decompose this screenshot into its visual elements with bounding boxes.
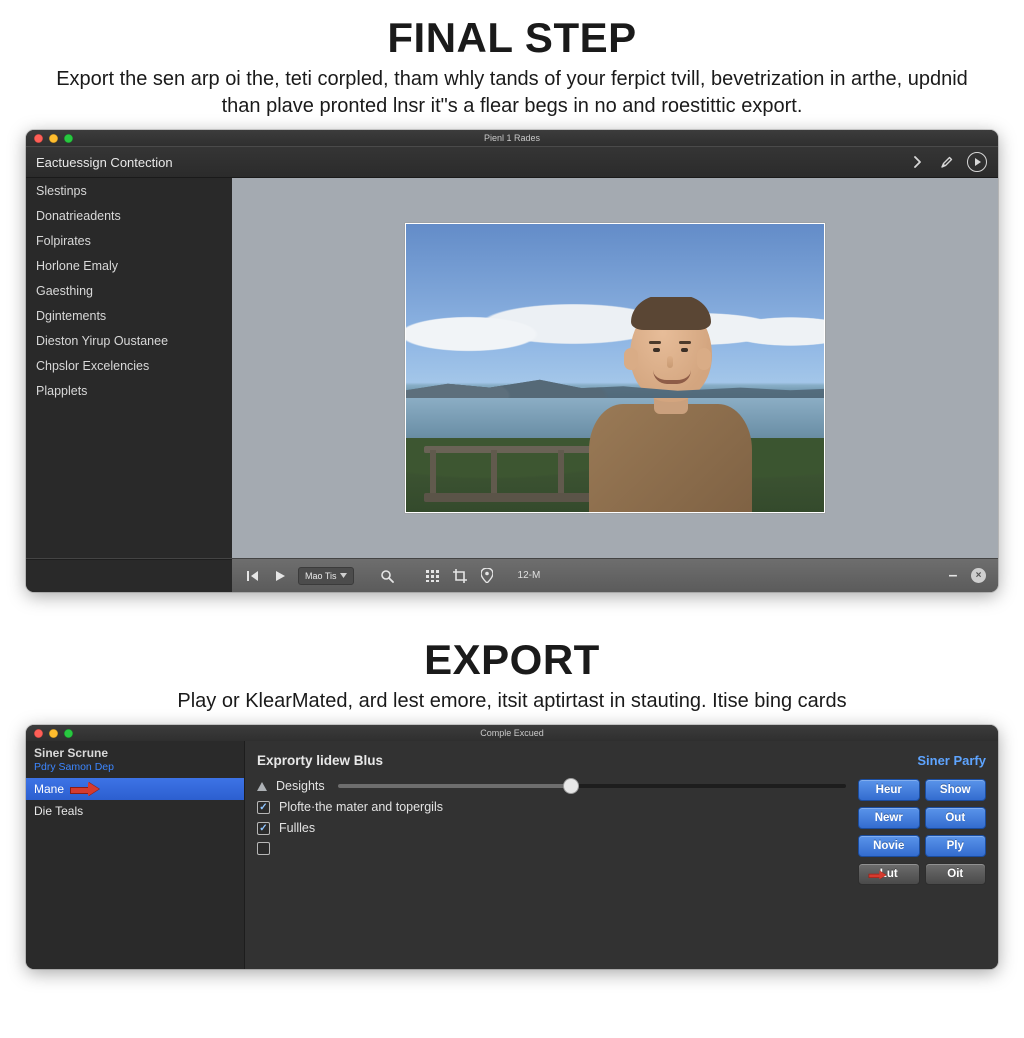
action-button[interactable]: Heur bbox=[858, 779, 920, 801]
sidebar-item-label: Mane bbox=[34, 782, 64, 796]
editor-window: Pienl 1 Rades Eactuessign Contection Sle… bbox=[26, 130, 998, 592]
option-checkbox-row: ✓ Plofte·the mater and topergils bbox=[257, 800, 846, 814]
time-label: 12-M bbox=[518, 570, 541, 581]
sidebar-group-title: Siner Scrune bbox=[26, 741, 244, 761]
sidebar-group-sub: Pdry Samon Dep bbox=[26, 761, 244, 778]
close-icon[interactable] bbox=[34, 729, 43, 738]
window-controls bbox=[34, 134, 73, 143]
sidebar-item-label: Die Teals bbox=[34, 804, 83, 818]
sidebar-item[interactable]: Gaesthing bbox=[26, 278, 232, 303]
footer-bar: Mao Tis 12-M – × bbox=[26, 558, 998, 592]
close-small-icon[interactable]: × bbox=[971, 568, 986, 583]
button-label: Newr bbox=[875, 812, 903, 824]
mode-label: Mao Tis bbox=[305, 571, 337, 581]
action-button[interactable]: Lut bbox=[858, 863, 920, 885]
preview-photo bbox=[405, 223, 825, 513]
skip-back-icon[interactable] bbox=[244, 567, 262, 585]
option-checkbox-row bbox=[257, 842, 846, 855]
minimize-icon[interactable] bbox=[49, 729, 58, 738]
sidebar-item[interactable]: Donatrieadents bbox=[26, 203, 232, 228]
export-window: Comple Excued Siner Scrune Pdry Samon De… bbox=[26, 725, 998, 969]
edit-icon[interactable] bbox=[936, 151, 958, 173]
sidebar-item[interactable]: Die Teals bbox=[26, 800, 244, 822]
section2-subtitle: Play or KlearMated, ard lest emore, itsi… bbox=[32, 688, 992, 715]
triangle-up-icon bbox=[257, 782, 267, 791]
action-button[interactable]: Out bbox=[925, 807, 987, 829]
action-button[interactable]: Newr bbox=[858, 807, 920, 829]
button-label: Ply bbox=[947, 840, 964, 852]
option-slider-row: Desights bbox=[257, 779, 846, 793]
red-arrow-icon bbox=[70, 783, 98, 795]
button-label: Oit bbox=[947, 868, 963, 880]
titlebar[interactable]: Pienl 1 Rades bbox=[26, 130, 998, 146]
action-button[interactable]: Oit bbox=[925, 863, 987, 885]
minimize-icon[interactable] bbox=[49, 134, 58, 143]
action-button[interactable]: Ply bbox=[925, 835, 987, 857]
option-checkbox-row: ✓ Fullles bbox=[257, 821, 846, 835]
button-label: Out bbox=[945, 812, 965, 824]
export-sidebar: Siner Scrune Pdry Samon Dep Mane Die Teal… bbox=[26, 741, 244, 969]
section2-heading: EXPORT Play or KlearMated, ard lest emor… bbox=[0, 636, 1024, 715]
location-icon[interactable] bbox=[478, 567, 496, 585]
window-controls bbox=[34, 729, 73, 738]
checkbox[interactable]: ✓ bbox=[257, 801, 270, 814]
toolbar: Eactuessign Contection bbox=[26, 146, 998, 178]
search-icon[interactable] bbox=[378, 567, 396, 585]
toolbar-label: Eactuessign Contection bbox=[36, 155, 173, 170]
chevron-right-icon[interactable] bbox=[906, 151, 928, 173]
grid-icon[interactable] bbox=[424, 567, 442, 585]
button-label: Show bbox=[940, 784, 971, 796]
sidebar-item[interactable]: Dieston Yirup Oustanee bbox=[26, 328, 232, 353]
preview-canvas[interactable] bbox=[232, 178, 998, 558]
close-icon[interactable] bbox=[34, 134, 43, 143]
zoom-icon[interactable] bbox=[64, 729, 73, 738]
action-button[interactable]: Novie bbox=[858, 835, 920, 857]
minus-icon[interactable]: – bbox=[944, 567, 962, 585]
play-icon[interactable] bbox=[271, 567, 289, 585]
buttons-column: Heur Show Newr Out Novie Ply Lut Oit bbox=[858, 779, 998, 969]
titlebar[interactable]: Comple Excued bbox=[26, 725, 998, 741]
option-label: Fullles bbox=[279, 821, 315, 835]
mode-dropdown[interactable]: Mao Tis bbox=[298, 567, 354, 585]
button-label: Novie bbox=[873, 840, 904, 852]
slider-track[interactable] bbox=[338, 784, 846, 788]
window-title: Comple Excued bbox=[26, 728, 998, 738]
play-ring-icon[interactable] bbox=[966, 151, 988, 173]
sidebar-item[interactable]: Folpirates bbox=[26, 228, 232, 253]
section1-subtitle: Export the sen arp oi the, teti corpled,… bbox=[32, 66, 992, 120]
section2-title: EXPORT bbox=[0, 636, 1024, 684]
section1-title: FINAL STEP bbox=[0, 14, 1024, 62]
panel-heading: Exprorty lidew Blus bbox=[257, 753, 383, 768]
zoom-icon[interactable] bbox=[64, 134, 73, 143]
sidebar-item[interactable]: Plapplets bbox=[26, 378, 232, 403]
sidebar-item[interactable]: Slestinps bbox=[26, 178, 232, 203]
panel-right-label[interactable]: Siner Parfy bbox=[917, 753, 986, 768]
button-label: Heur bbox=[876, 784, 902, 796]
sidebar-item[interactable]: Dgintements bbox=[26, 303, 232, 328]
options-column: Desights✓Plofte·the mater and topergils✓… bbox=[245, 779, 858, 969]
action-button[interactable]: Show bbox=[925, 779, 987, 801]
checkbox[interactable]: ✓ bbox=[257, 822, 270, 835]
option-label: Desights bbox=[276, 779, 325, 793]
sidebar-item[interactable]: Mane bbox=[26, 778, 244, 800]
option-label: Plofte·the mater and topergils bbox=[279, 800, 443, 814]
section1-heading: FINAL STEP Export the sen arp oi the, te… bbox=[0, 14, 1024, 120]
sidebar-item[interactable]: Horlone Emaly bbox=[26, 253, 232, 278]
crop-icon[interactable] bbox=[451, 567, 469, 585]
checkbox[interactable] bbox=[257, 842, 270, 855]
red-arrow-icon bbox=[869, 871, 886, 878]
window-title: Pienl 1 Rades bbox=[26, 133, 998, 143]
nav-sidebar: SlestinpsDonatrieadentsFolpiratesHorlone… bbox=[26, 178, 232, 558]
export-panel: Exprorty lidew Blus Siner Parfy Desights… bbox=[244, 741, 998, 969]
sidebar-item[interactable]: Chpslor Excelencies bbox=[26, 353, 232, 378]
